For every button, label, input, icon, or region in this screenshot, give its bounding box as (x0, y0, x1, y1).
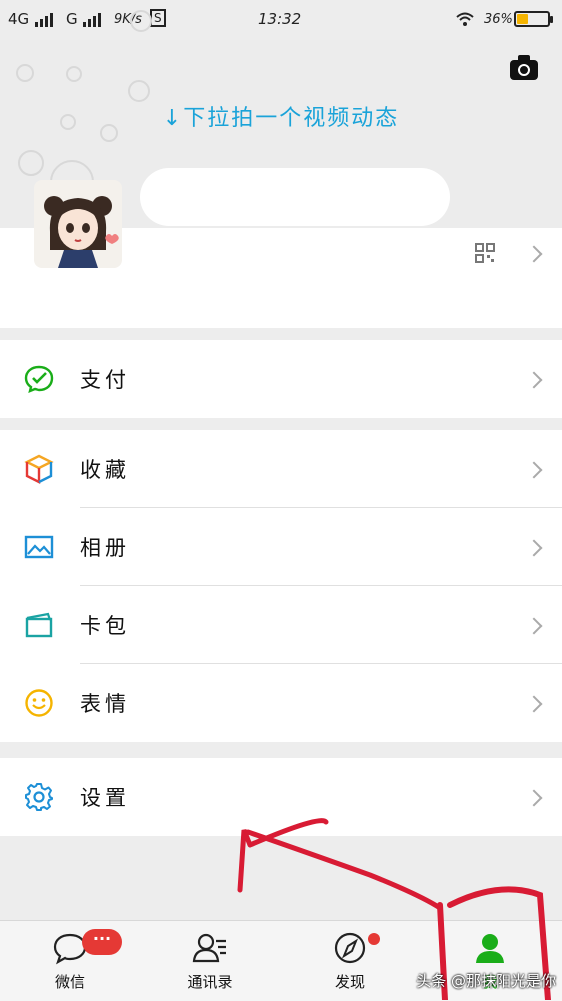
settings-icon (25, 783, 53, 811)
decor-bubble (18, 150, 44, 176)
chevron-right-icon (525, 371, 543, 389)
camera-icon[interactable] (510, 55, 538, 80)
wifi-icon (456, 12, 474, 26)
menu-label-card: 卡包 (80, 614, 130, 638)
contacts-icon (192, 933, 226, 963)
tab-contacts[interactable]: 通讯录 (140, 921, 280, 1001)
menu-label-settings: 设置 (80, 786, 130, 810)
status-bar: 4G G 9K/s S 13:32 36% (0, 0, 562, 40)
signal-icon (32, 10, 53, 28)
clock: 13:32 (258, 10, 302, 28)
watermark: 头条 @那抹阳光是你 (416, 972, 556, 990)
chevron-right-icon (525, 695, 543, 713)
menu-item-album[interactable]: 相册 (0, 508, 562, 586)
emoji-icon (25, 689, 53, 717)
decor-bubble (128, 80, 150, 102)
tab-label-discover: 发现 (334, 973, 365, 991)
tab-label-chats: 微信 (54, 973, 85, 991)
pull-down-hint: ↓下拉拍一个视频动态 (162, 106, 400, 131)
qr-code-icon[interactable] (475, 243, 495, 263)
menu-item-card[interactable]: 卡包 (0, 586, 562, 664)
battery-icon (514, 11, 553, 27)
unread-badge: ··· (82, 929, 122, 955)
chevron-right-icon (525, 617, 543, 635)
battery-fill (517, 14, 528, 24)
menu-label-album: 相册 (80, 536, 130, 560)
avatar[interactable] (34, 180, 122, 268)
signal-icon-2 (80, 10, 101, 28)
card-icon (25, 612, 53, 638)
sim-icon: S (150, 9, 166, 27)
menu-item-emoji[interactable]: 表情 (0, 664, 562, 742)
album-icon (24, 535, 54, 559)
menu-item-settings[interactable]: 设置 (0, 758, 562, 836)
menu-item-favorites[interactable]: 收藏 (0, 430, 562, 508)
compass-icon (334, 932, 366, 964)
menu-group-pay: 支付 (0, 340, 562, 418)
tab-discover[interactable]: 发现 (280, 921, 420, 1001)
chevron-right-icon (525, 461, 543, 479)
network-type-1: 4G (8, 10, 30, 28)
chevron-right-icon (525, 789, 543, 807)
menu-group-main: 收藏 相册 卡包 表情 (0, 430, 562, 742)
tab-label-contacts: 通讯录 (187, 973, 233, 991)
menu-label-favorites: 收藏 (80, 458, 130, 482)
menu-group-settings: 设置 (0, 758, 562, 836)
menu-label-emoji: 表情 (80, 692, 130, 716)
new-dot-badge (368, 933, 380, 945)
menu-label-pay: 支付 (80, 368, 130, 392)
pay-icon (24, 365, 54, 393)
chevron-right-icon (525, 539, 543, 557)
decor-bubble (130, 10, 152, 32)
me-icon (476, 934, 504, 963)
tab-chats[interactable]: ··· 微信 (0, 921, 140, 1001)
nickname-redacted (140, 168, 450, 226)
favorites-icon (24, 454, 54, 484)
decor-bubble (16, 64, 34, 82)
menu-item-pay[interactable]: 支付 (0, 340, 562, 418)
network-type-2: G (66, 10, 78, 28)
decor-bubble (66, 66, 82, 82)
battery-percent: 36% (484, 12, 513, 27)
